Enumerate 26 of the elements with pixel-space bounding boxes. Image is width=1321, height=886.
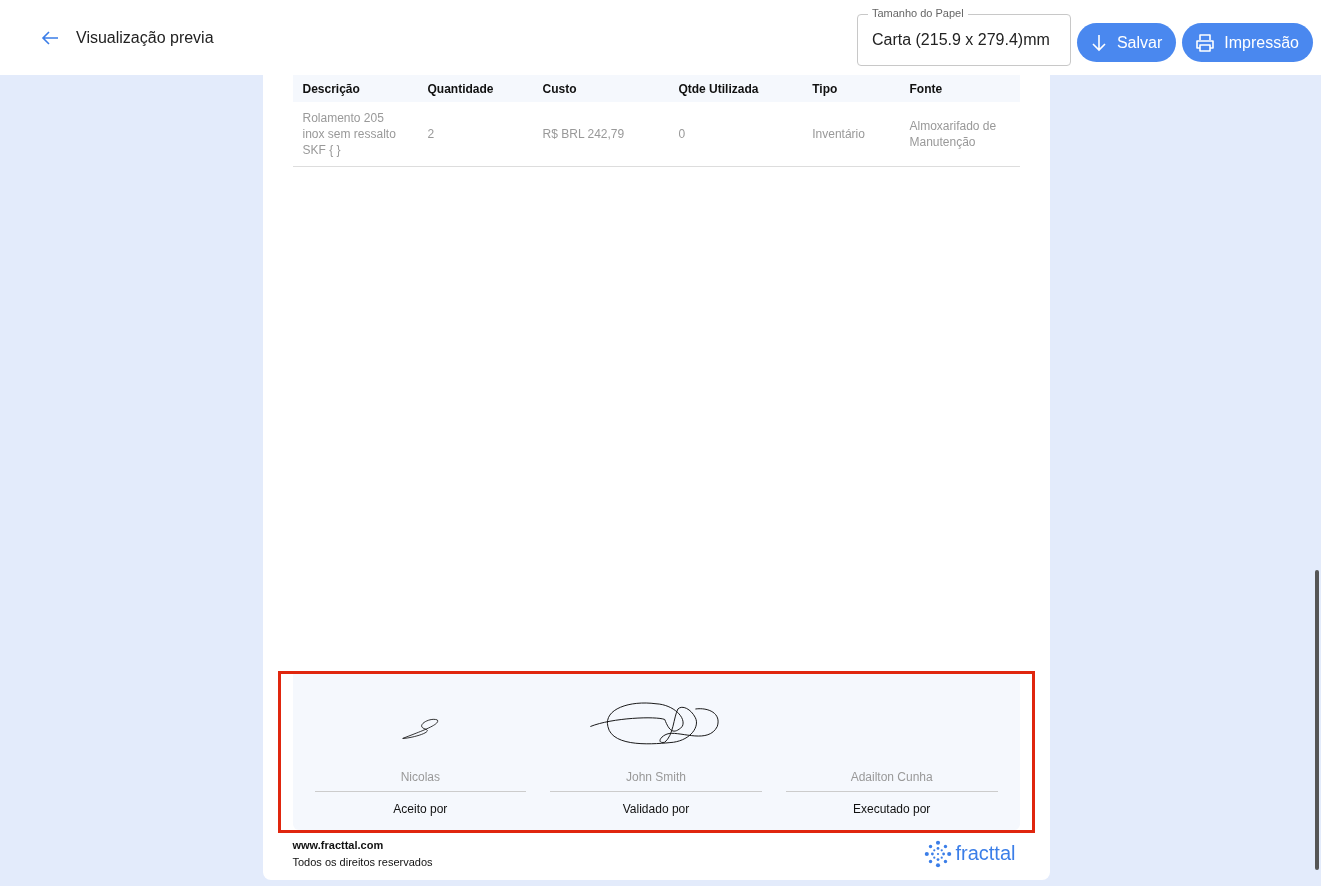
table-cell: R$ BRL 242,79 <box>542 127 625 141</box>
signature-role: Validado por <box>622 802 690 816</box>
column-header: Qtde Utilizada <box>678 81 759 96</box>
logo-text: fracttal <box>955 842 1016 865</box>
table-cell: 0 <box>678 127 686 141</box>
signature-role: Aceito por <box>393 802 448 816</box>
table-cell: Almoxarifado de Manutenção <box>909 119 997 149</box>
table-cell: 2 <box>427 127 435 141</box>
table-cell: Rolamento 205 inox sem ressalto SKF { } <box>302 111 396 157</box>
printer-icon <box>1194 31 1217 54</box>
signer-name: John Smith <box>626 770 686 784</box>
column-header: Quantidade <box>427 81 494 96</box>
website-link[interactable]: www.fracttal.com <box>292 839 433 851</box>
signature-role: Executado por <box>853 802 931 816</box>
signer-name: Nicolas <box>400 770 440 784</box>
signer-name: Adailton Cunha <box>850 770 933 784</box>
field-label: Tamanho do Papel <box>867 6 968 19</box>
column-header: Custo <box>542 81 577 96</box>
page-title: Visualização previa <box>76 28 214 47</box>
logo-icon <box>924 839 953 868</box>
column-header: Tipo <box>812 81 838 96</box>
scrollbar[interactable] <box>1315 570 1319 870</box>
table-cell: Inventário <box>812 127 865 141</box>
column-header: Fonte <box>909 81 943 96</box>
column-header: Descrição <box>302 81 360 96</box>
copyright-text: Todos os direitos reservados <box>292 856 433 868</box>
